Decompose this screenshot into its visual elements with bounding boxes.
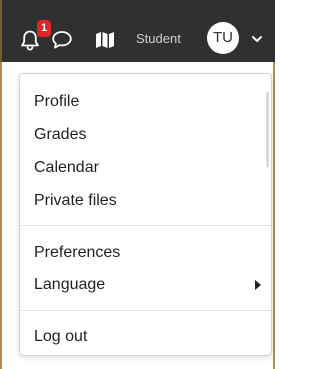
menu-item-preferences[interactable]: Preferences bbox=[34, 243, 120, 263]
map-icon[interactable] bbox=[94, 29, 116, 51]
menu-divider bbox=[20, 310, 271, 311]
user-avatar[interactable]: TU bbox=[207, 22, 239, 54]
menu-item-private-files[interactable]: Private files bbox=[34, 191, 117, 211]
menu-divider bbox=[20, 225, 271, 226]
user-role-label: Student bbox=[136, 31, 181, 46]
menu-item-log-out[interactable]: Log out bbox=[34, 327, 87, 347]
menu-item-profile[interactable]: Profile bbox=[34, 92, 79, 112]
user-menu-dropdown: Profile Grades Calendar Private files Pr… bbox=[19, 73, 272, 356]
dropdown-scrollbar[interactable] bbox=[266, 92, 269, 167]
caret-right-icon[interactable] bbox=[255, 280, 261, 290]
chat-bubble-icon[interactable] bbox=[51, 30, 73, 50]
notification-count-badge: 1 bbox=[37, 20, 51, 37]
menu-item-calendar[interactable]: Calendar bbox=[34, 158, 99, 178]
menu-item-grades[interactable]: Grades bbox=[34, 125, 86, 145]
top-navbar: 1 Student TU bbox=[0, 0, 275, 62]
chevron-down-icon[interactable] bbox=[251, 35, 263, 43]
menu-item-language-label: Language bbox=[34, 276, 106, 293]
menu-item-language[interactable]: Language bbox=[34, 275, 259, 295]
